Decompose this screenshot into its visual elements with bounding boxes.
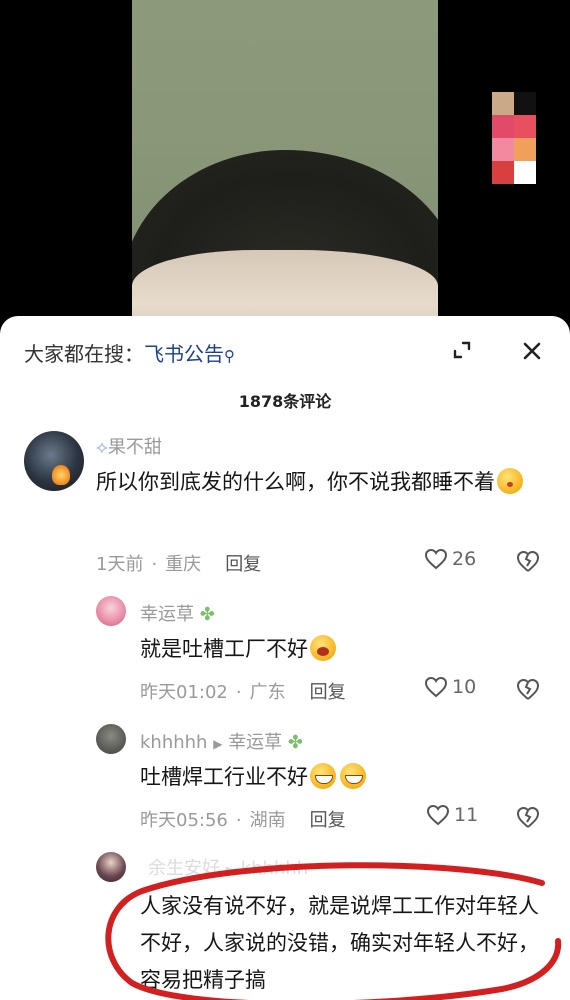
expand-icon[interactable] (452, 340, 472, 360)
comment-text: 所以你到底发的什么啊，你不说我都睡不着 (96, 464, 536, 500)
kissing-face-emoji (497, 468, 523, 494)
clover-icon: ✤ (199, 604, 215, 625)
heart-icon (424, 548, 448, 570)
reply-button[interactable]: 回复 (310, 810, 346, 831)
comment-username[interactable]: 幸运草 ✤ (140, 600, 215, 626)
search-suggestion[interactable]: 大家都在搜：飞书公告⚲ (24, 338, 235, 367)
dislike-icon[interactable] (515, 549, 541, 573)
comments-sheet: 大家都在搜：飞书公告⚲ 1878条评论 ⟡果不甜 所以你到底发的什么啊，你不说我… (0, 316, 570, 1000)
comment-username[interactable]: ⟡果不甜 (96, 433, 162, 459)
comment-meta: 昨天01:02 · 广东 回复 (140, 682, 346, 703)
heart-icon (426, 804, 450, 826)
reply-button[interactable]: 回复 (225, 554, 261, 575)
like-button[interactable]: 10 (424, 676, 476, 698)
video-frame (132, 0, 438, 330)
comment-username[interactable]: khhhhh ▶ 幸运草 ✤ (140, 728, 303, 754)
crying-face-emoji (310, 635, 336, 661)
reply-arrow-icon: ▶ (213, 737, 223, 751)
avatar[interactable] (96, 852, 126, 882)
comment-text: 吐槽焊工行业不好 (140, 759, 540, 795)
close-icon[interactable] (521, 340, 543, 362)
comment-meta: 1天前 · 重庆 回复 (96, 554, 262, 575)
comment-count: 1878条评论 (238, 392, 332, 411)
reply-button[interactable]: 回复 (310, 682, 346, 703)
search-keyword[interactable]: 飞书公告 (144, 342, 224, 366)
search-icon[interactable]: ⚲ (224, 347, 235, 365)
search-prefix: 大家都在搜： (24, 342, 144, 366)
dislike-icon[interactable] (515, 805, 541, 829)
fade-overlay (400, 956, 570, 1000)
like-button[interactable]: 26 (424, 548, 476, 570)
avatar[interactable] (96, 724, 126, 754)
avatar[interactable] (24, 431, 84, 491)
dislike-icon[interactable] (515, 677, 541, 701)
grinning-face-emoji (340, 763, 366, 789)
video-player[interactable] (0, 0, 570, 330)
grinning-face-emoji (310, 763, 336, 789)
comment-username[interactable]: 余生安好 ▶ khhhhh (148, 854, 308, 880)
heart-icon (424, 676, 448, 698)
pixelated-overlay (492, 92, 536, 184)
comment-meta: 昨天05:56 · 湖南 回复 (140, 810, 346, 831)
avatar[interactable] (96, 596, 126, 626)
candy-icon: ⟡ (96, 437, 108, 458)
clover-icon: ✤ (287, 732, 303, 753)
comment-text: 就是吐槽工厂不好 (140, 631, 540, 667)
like-button[interactable]: 11 (426, 804, 478, 826)
